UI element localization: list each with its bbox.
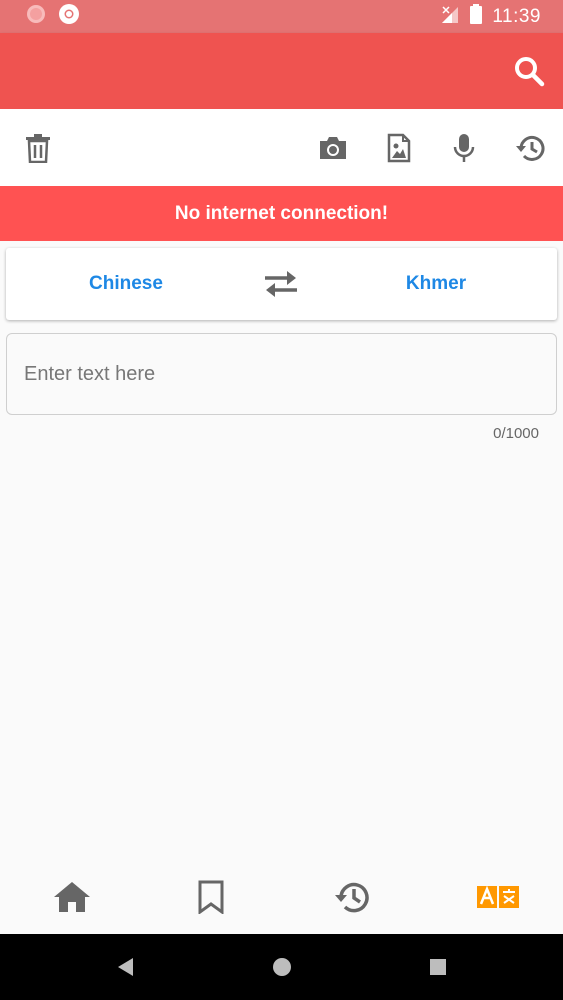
image-file-icon[interactable] — [382, 131, 416, 165]
bottom-nav — [0, 860, 563, 934]
system-navigation-bar — [0, 934, 563, 1000]
status-bar: 11:39 — [0, 0, 563, 33]
app-bar — [0, 33, 563, 109]
bookmark-icon[interactable] — [191, 878, 231, 916]
source-language-button[interactable]: Chinese — [46, 248, 206, 320]
history-nav-icon[interactable] — [332, 878, 372, 916]
home-icon[interactable] — [52, 878, 92, 916]
signal-icon — [440, 4, 460, 29]
search-icon[interactable] — [513, 55, 545, 87]
microphone-icon[interactable] — [447, 131, 481, 165]
camera-icon[interactable] — [316, 131, 350, 165]
target-language-button[interactable]: Khmer — [356, 248, 516, 320]
offline-banner: No internet connection! — [0, 186, 563, 241]
translate-icon[interactable] — [476, 878, 520, 916]
character-counter: 0/1000 — [493, 425, 539, 442]
status-time: 11:39 — [492, 5, 541, 27]
toolbar — [0, 109, 563, 186]
language-selector: Chinese Khmer — [6, 248, 557, 320]
back-icon[interactable] — [115, 956, 137, 978]
recents-icon[interactable] — [427, 956, 449, 978]
swap-languages-icon[interactable] — [263, 268, 299, 300]
text-input[interactable] — [24, 362, 539, 386]
history-icon[interactable] — [513, 131, 547, 165]
notification-icon — [26, 4, 46, 29]
chrome-icon — [58, 3, 80, 30]
trash-icon[interactable] — [21, 131, 55, 165]
text-input-container — [6, 333, 557, 415]
home-system-icon[interactable] — [271, 956, 293, 978]
battery-icon — [470, 4, 483, 29]
